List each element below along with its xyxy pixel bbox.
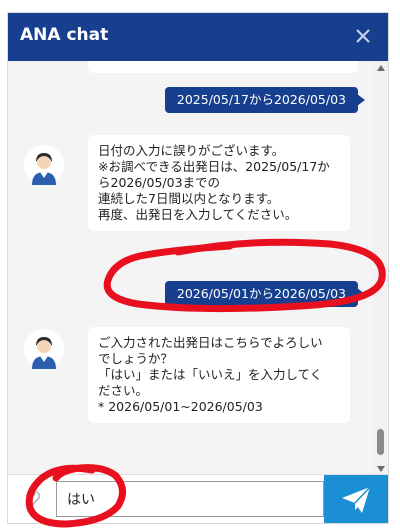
- bot-message-1-line: 再度、出発日を入力してください。: [98, 207, 298, 222]
- send-button[interactable]: [324, 475, 388, 523]
- bot-message-2-line: ご入力された出発日はこちらでよろしい: [98, 335, 323, 350]
- message-input[interactable]: [56, 481, 324, 517]
- bot-message-2-line: * 2026/05/01~2026/05/03: [98, 399, 263, 414]
- bot-message-1-line: ※お調べできる出発日は、2025/05/17か: [98, 159, 330, 174]
- scroll-up-arrow-icon[interactable]: [377, 65, 385, 71]
- bot-message-1-line: 連続した7日間以内となります。: [98, 191, 280, 206]
- close-icon: [356, 29, 370, 43]
- chat-window: ANA chat 2025/05/17から2026/05/03 日付の入力に誤り…: [7, 12, 389, 524]
- user-message-1: 2025/05/17から2026/05/03: [164, 87, 366, 113]
- close-button[interactable]: [352, 25, 374, 47]
- bot-message-2-line: でしょうか？: [98, 351, 174, 366]
- scrollbar-thumb[interactable]: [377, 429, 384, 455]
- bot-message-1-line: ら2026/05/03までの: [98, 175, 221, 190]
- bot-message-2-line: ださい。: [98, 383, 149, 398]
- chat-title: ANA chat: [20, 25, 109, 45]
- agent-avatar-icon: [24, 329, 64, 369]
- input-bar: [8, 474, 388, 523]
- user-message-2: 2026/05/01から2026/05/03: [164, 281, 366, 307]
- agent-avatar-icon: [24, 145, 64, 185]
- bot-message-2-line: 「はい」または「いいえ」を入力してく: [98, 367, 323, 382]
- bot-message-2: ご入力された出発日はこちらでよろしい でしょうか？ 「はい」または「いいえ」を入…: [88, 327, 350, 423]
- chat-header: ANA chat: [8, 13, 388, 61]
- paperclip-icon[interactable]: [22, 489, 42, 509]
- previous-message-bubble: [88, 61, 358, 73]
- message-scrollbar[interactable]: [374, 61, 388, 474]
- bot-message-1-line: 日付の入力に誤りがございます。: [98, 143, 285, 158]
- bot-message-1: 日付の入力に誤りがございます。 ※お調べできる出発日は、2025/05/17か …: [88, 135, 350, 231]
- send-icon: [342, 486, 371, 513]
- scroll-down-arrow-icon[interactable]: [377, 466, 385, 472]
- message-list: 2025/05/17から2026/05/03 日付の入力に誤りがございます。 ※…: [8, 61, 376, 474]
